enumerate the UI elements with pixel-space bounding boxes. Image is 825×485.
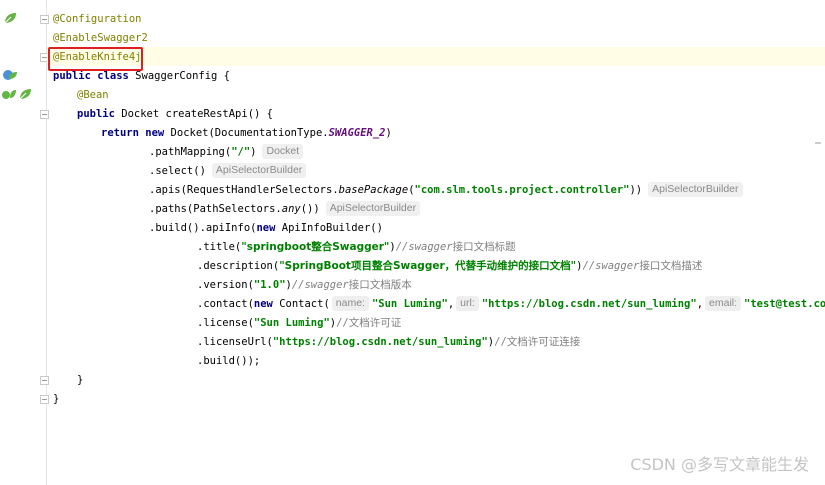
leaf-icon[interactable] bbox=[2, 11, 18, 25]
code-text: } bbox=[53, 393, 60, 405]
comment: 接口文档描述 bbox=[639, 260, 703, 272]
code-line: .title("springboot整合Swagger")//swagger接口… bbox=[197, 238, 516, 257]
annotation: @Bean bbox=[77, 89, 109, 101]
code-line: public Docket createRestApi() { bbox=[77, 105, 273, 124]
code-line: .apis(RequestHandlerSelectors.basePackag… bbox=[149, 181, 743, 200]
keyword: public class bbox=[53, 70, 129, 82]
comment: 接口文档标题 bbox=[452, 241, 516, 253]
type-hint: Docket bbox=[262, 144, 304, 159]
fold-marker[interactable] bbox=[40, 110, 49, 119]
code-line: } bbox=[53, 390, 59, 409]
code-text: Docket(DocumentationType. bbox=[164, 127, 329, 139]
annotation: @Configuration bbox=[53, 13, 142, 25]
keyword: new bbox=[145, 127, 165, 139]
code-text: .version( bbox=[197, 279, 254, 291]
code-text: , bbox=[447, 298, 455, 310]
code-text: ()) bbox=[300, 203, 320, 215]
parameter-hint: email: bbox=[705, 296, 742, 311]
code-line: .build().apiInfo(new ApiInfoBuilder() bbox=[149, 219, 383, 238]
code-line: .license("Sun Luming")//文档许可证 bbox=[197, 314, 401, 333]
code-text: .build()); bbox=[197, 355, 261, 367]
string-literal: "com.slm.tools.project.controller" bbox=[414, 184, 630, 196]
code-text: } bbox=[77, 374, 84, 386]
parameter-hint: name: bbox=[331, 296, 369, 311]
code-text: ) bbox=[385, 127, 392, 139]
code-text: ) bbox=[250, 146, 257, 158]
comment: //swagger bbox=[395, 241, 453, 253]
type-hint: ApiSelectorBuilder bbox=[325, 201, 421, 216]
type-hint: ApiSelectorBuilder bbox=[648, 182, 743, 197]
code-text: Docket createRestApi() { bbox=[114, 108, 273, 120]
code-text: , bbox=[696, 298, 704, 310]
fold-marker[interactable] bbox=[40, 15, 49, 24]
code-text: .pathMapping( bbox=[149, 146, 232, 158]
code-text: )) bbox=[629, 184, 643, 196]
code-text: .description( bbox=[197, 260, 280, 272]
scrollbar-markers[interactable] bbox=[811, 0, 825, 485]
string-literal: "Sun Luming" bbox=[371, 298, 448, 310]
code-line: .version("1.0")//swagger接口文档版本 bbox=[197, 276, 412, 295]
code-text: .licenseUrl( bbox=[197, 336, 273, 348]
fold-marker[interactable] bbox=[40, 376, 49, 385]
code-text: .license( bbox=[197, 317, 254, 329]
code-line: .contact(new Contact(name: "Sun Luming", u… bbox=[197, 295, 825, 314]
code-text: SwaggerConfig { bbox=[128, 70, 231, 82]
code-text: ApiInfoBuilder() bbox=[275, 222, 383, 234]
code-line: .paths(PathSelectors.any()) ApiSelectorBu… bbox=[149, 200, 421, 219]
comment: 文档许可证连接 bbox=[506, 336, 581, 348]
string-literal: "Sun Luming" bbox=[253, 317, 330, 329]
string-literal: "1.0" bbox=[253, 279, 286, 291]
code-line: .build()); bbox=[197, 352, 260, 371]
keyword: new bbox=[256, 222, 276, 234]
code-line: .select() ApiSelectorBuilder bbox=[149, 162, 307, 181]
code-text: Contact( bbox=[272, 298, 330, 310]
keyword: public bbox=[77, 108, 115, 120]
type-hint: ApiSelectorBuilder bbox=[211, 163, 307, 178]
code-line: .description("SpringBoot项目整合Swagger，代替手动… bbox=[197, 257, 702, 276]
comment: //swagger bbox=[291, 279, 349, 291]
comment: //swagger bbox=[582, 260, 640, 272]
comment: 接口文档版本 bbox=[348, 279, 412, 291]
string-literal: "/" bbox=[231, 146, 251, 158]
code-line: return new Docket(DocumentationType.SWAG… bbox=[101, 124, 392, 143]
comment: // bbox=[336, 317, 349, 329]
code-line: @Configuration bbox=[53, 10, 142, 29]
code-text: .apis(RequestHandlerSelectors. bbox=[149, 184, 339, 196]
leaf-icon[interactable] bbox=[17, 87, 33, 101]
keyword: return bbox=[101, 127, 139, 139]
code-line: @Bean bbox=[77, 86, 109, 105]
code-text: .paths(PathSelectors. bbox=[149, 203, 282, 215]
string-literal: "https://blog.csdn.net/sun_luming" bbox=[272, 336, 488, 348]
code-line: .pathMapping("/") Docket bbox=[149, 143, 304, 162]
watermark: CSDN @多写文章能生发 bbox=[630, 455, 809, 474]
bean-class-icon[interactable] bbox=[2, 68, 18, 82]
bean-method-icon[interactable] bbox=[1, 87, 17, 101]
code-line: @EnableSwagger2 bbox=[53, 29, 148, 48]
code-text: .select() bbox=[149, 165, 206, 177]
fold-marker[interactable] bbox=[40, 395, 49, 404]
parameter-hint: url: bbox=[456, 296, 479, 311]
string-literal: "https://blog.csdn.net/sun_luming" bbox=[481, 298, 697, 310]
editor-gutter bbox=[0, 0, 49, 485]
comment: 文档许可证 bbox=[348, 317, 402, 329]
code-line: .licenseUrl("https://blog.csdn.net/sun_l… bbox=[197, 333, 580, 352]
annotation: @EnableSwagger2 bbox=[53, 32, 148, 44]
static-field: SWAGGER_2 bbox=[328, 127, 386, 139]
code-text: .contact( bbox=[197, 298, 254, 310]
highlight-box bbox=[48, 47, 143, 71]
keyword: new bbox=[253, 298, 273, 310]
string-literal: "springboot整合Swagger" bbox=[241, 241, 390, 253]
static-method: any bbox=[281, 203, 301, 215]
code-text: .title( bbox=[197, 241, 242, 253]
code-text: .build().apiInfo( bbox=[149, 222, 257, 234]
code-line: } bbox=[77, 371, 83, 390]
static-method: basePackage bbox=[338, 184, 409, 196]
scroll-marker bbox=[815, 142, 821, 144]
comment: // bbox=[494, 336, 507, 348]
current-line-highlight bbox=[47, 47, 825, 66]
string-literal: "SpringBoot项目整合Swagger，代替手动维护的接口文档" bbox=[279, 260, 577, 272]
